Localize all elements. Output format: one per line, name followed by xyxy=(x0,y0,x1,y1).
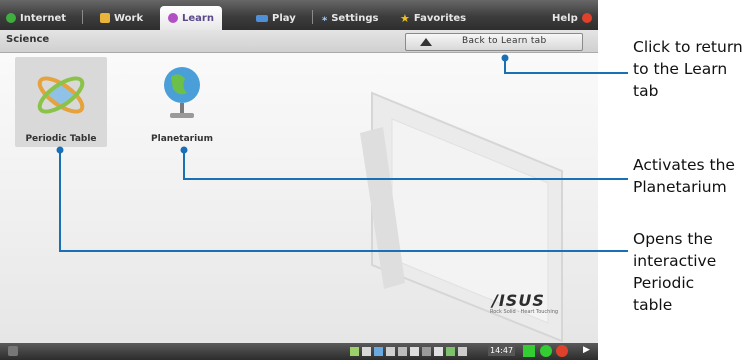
back-arrow-icon xyxy=(420,38,432,46)
tab-play[interactable]: Play xyxy=(256,8,296,28)
back-button-label: Back to Learn tab xyxy=(462,36,547,46)
learn-icon xyxy=(168,13,178,23)
app-area: Periodic Table Planetarium /ISUS Rock So… xyxy=(0,53,598,343)
asus-logo: /ISUS xyxy=(492,291,545,310)
callout-periodic-text: Opens the interactive Periodic table xyxy=(633,230,717,314)
gamepad-icon xyxy=(256,14,268,22)
tab-separator xyxy=(82,10,83,24)
tab-learn[interactable]: Learn xyxy=(160,6,222,30)
help-icon xyxy=(581,13,592,23)
tab-label: Internet xyxy=(20,12,67,24)
tab-settings[interactable]: ⁎ Settings xyxy=(322,8,378,28)
taskbar: 14:47 ▶ xyxy=(0,343,598,360)
help-button[interactable]: Help xyxy=(552,8,592,28)
eee-desktop-screen: Internet Work Learn Play ⁎ Settings ★ Fa… xyxy=(0,0,598,360)
tab-label: Favorites xyxy=(413,12,467,24)
tab-favorites[interactable]: ★ Favorites xyxy=(400,8,466,28)
network-status-icon[interactable] xyxy=(523,345,535,357)
system-tray-icons xyxy=(350,347,467,356)
star-icon: ★ xyxy=(400,11,410,25)
tab-separator xyxy=(312,10,313,24)
tab-label: Settings xyxy=(331,12,379,24)
battery-icon[interactable] xyxy=(540,345,552,357)
asus-tagline: Rock Solid · Heart Touching xyxy=(490,309,559,315)
settings-icon: ⁎ xyxy=(322,12,328,24)
tab-bar: Internet Work Learn Play ⁎ Settings ★ Fa… xyxy=(0,0,598,30)
power-icon[interactable] xyxy=(556,345,568,357)
breadcrumb-bar: Science Back to Learn tab xyxy=(0,30,598,53)
planetarium-app[interactable]: Planetarium xyxy=(136,57,228,147)
folder-icon xyxy=(100,13,110,23)
clock: 14:47 xyxy=(488,345,516,356)
tab-label: Play xyxy=(272,12,296,24)
back-to-learn-button[interactable]: Back to Learn tab xyxy=(405,33,583,51)
tab-label: Help xyxy=(552,12,578,24)
app-label: Planetarium xyxy=(151,134,213,144)
globe-icon xyxy=(6,13,16,23)
tab-label: Learn xyxy=(182,12,214,24)
globe-icon xyxy=(164,67,200,118)
callout-back-text: Click to return to the Learn tab xyxy=(633,38,743,100)
app-label: Periodic Table xyxy=(25,134,97,144)
breadcrumb: Science xyxy=(6,34,50,45)
periodic-table-icon xyxy=(37,76,85,114)
tab-label: Work xyxy=(114,12,144,24)
home-icon[interactable] xyxy=(8,346,18,356)
tab-internet[interactable]: Internet xyxy=(6,8,66,28)
tray-arrow-icon[interactable]: ▶ xyxy=(583,345,590,355)
callout-planetarium-text: Activates the Planetarium xyxy=(633,156,735,196)
periodic-table-app[interactable]: Periodic Table xyxy=(15,57,107,147)
tab-work[interactable]: Work xyxy=(100,8,143,28)
